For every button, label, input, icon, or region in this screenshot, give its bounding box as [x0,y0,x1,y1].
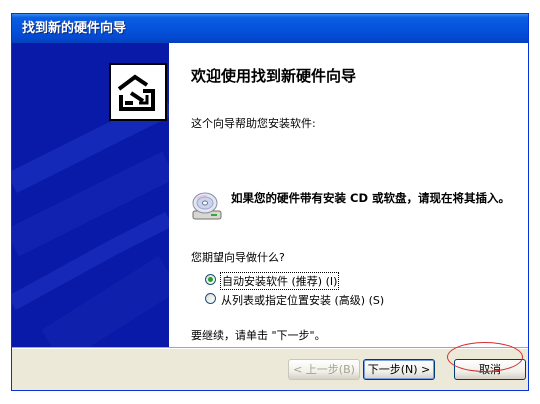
question-text: 您期望向导做什么? [191,251,285,264]
wizard-window: 找到新的硬件向导 欢迎使用找到新硬件向导 这个向导帮助您安装软件: 如果您的硬件… [11,13,529,391]
option-label: 自动安装软件 (推荐) (I) [219,272,340,290]
cd-notice: 如果您的硬件带有安装 CD 或软盘，请现在将其插入。 [231,191,510,205]
intro-text: 这个向导帮助您安装软件: [191,117,316,130]
continue-instruction: 要继续，请单击 "下一步"。 [191,329,326,342]
next-button[interactable]: 下一步(N) > [363,359,435,380]
radio-unselected-icon[interactable] [205,293,216,304]
wizard-banner [12,43,169,347]
wizard-content: 欢迎使用找到新硬件向导 这个向导帮助您安装软件: 如果您的硬件带有安装 CD 或… [169,43,528,347]
hardware-install-icon [109,63,167,121]
page-title: 欢迎使用找到新硬件向导 [191,67,357,85]
window-title: 找到新的硬件向导 [12,14,528,43]
cd-disk-icon [192,192,222,220]
option-label: 从列表或指定位置安装 (高级) (S) [221,294,385,307]
back-button[interactable]: < 上一步(B) [288,359,360,380]
divider [12,347,528,349]
radio-selected-icon[interactable] [205,274,216,285]
cancel-button[interactable]: 取消 [454,359,526,380]
